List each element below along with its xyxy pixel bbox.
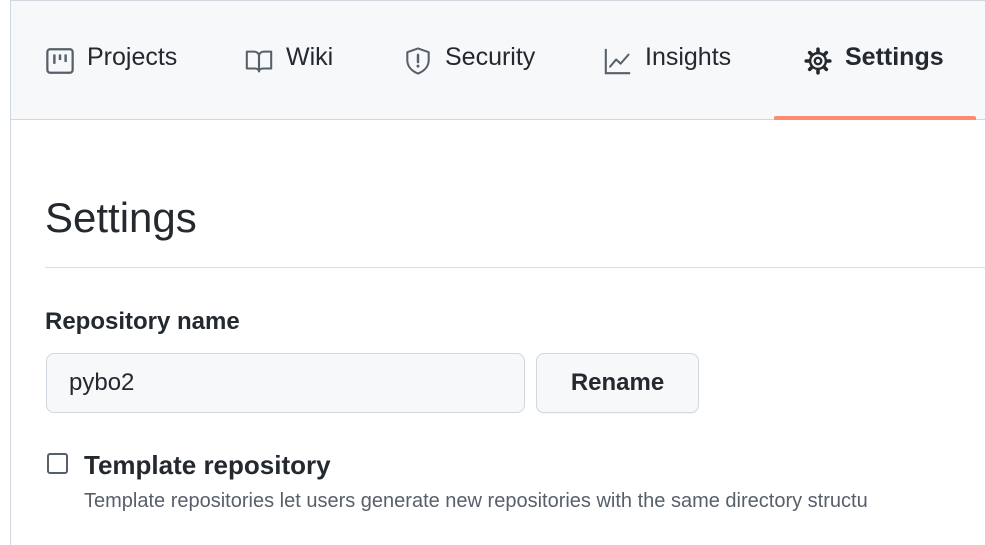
tab-wiki[interactable]: Wiki: [244, 43, 333, 121]
template-repository-label[interactable]: Template repository: [84, 450, 331, 481]
rename-button[interactable]: Rename: [536, 353, 699, 413]
tab-security[interactable]: Security: [403, 43, 535, 121]
template-repository-note: Template repositories let users generate…: [84, 490, 868, 512]
page-title: Settings: [45, 194, 197, 241]
book-icon: [244, 46, 274, 76]
tab-settings-label: Settings: [845, 43, 944, 71]
repository-name-label: Repository name: [45, 308, 240, 335]
tab-projects[interactable]: Projects: [45, 43, 177, 121]
repository-name-input[interactable]: [46, 353, 525, 413]
project-board-icon: [45, 46, 75, 76]
tab-settings[interactable]: Settings: [803, 43, 944, 121]
repository-settings-frame: Projects Wiki Security Insights Settings: [10, 0, 985, 545]
shield-icon: [403, 46, 433, 76]
graph-icon: [603, 46, 633, 76]
tab-wiki-label: Wiki: [286, 43, 334, 71]
title-divider: [45, 267, 985, 268]
gear-icon: [803, 46, 833, 76]
tab-security-label: Security: [445, 43, 536, 71]
tab-projects-label: Projects: [87, 43, 178, 71]
template-repository-checkbox[interactable]: [47, 453, 68, 474]
selected-tab-underline: [774, 116, 976, 120]
repo-tab-nav: Projects Wiki Security Insights Settings: [11, 1, 985, 120]
tab-insights[interactable]: Insights: [603, 43, 731, 121]
tab-insights-label: Insights: [645, 43, 732, 71]
